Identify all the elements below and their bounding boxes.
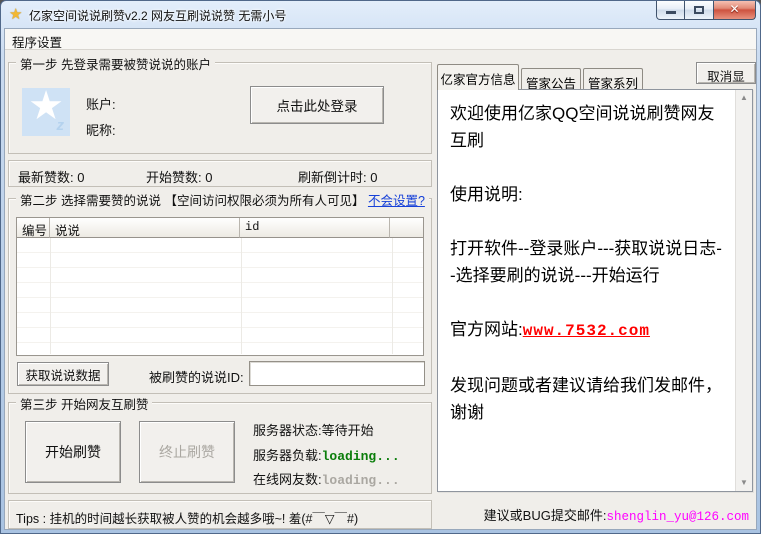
- info-usage-title: 使用说明:: [450, 181, 727, 208]
- tab-official-info[interactable]: 亿家官方信息: [437, 64, 519, 90]
- step2-legend: 第二步 选择需要赞的说说 【空间访问权限必须为所有人可见】 不会设置?: [16, 190, 429, 209]
- step2-legend-text: 第二步 选择需要赞的说说 【空间访问权限必须为所有人可见】: [20, 194, 364, 208]
- table-row: [17, 298, 423, 313]
- table-row: [17, 313, 423, 328]
- minimize-button[interactable]: [656, 1, 685, 20]
- posts-table[interactable]: 编号 说说 id: [16, 217, 424, 356]
- maximize-button[interactable]: [685, 1, 713, 20]
- server-status: 服务器状态:等待开始: [253, 420, 374, 439]
- server-load: 服务器负载:loading...: [253, 445, 400, 464]
- column-divider: [241, 238, 242, 354]
- avatar-z-mark: z: [57, 117, 65, 134]
- refresh-countdown: 刷新倒计时: 0: [298, 167, 377, 186]
- start-like-button[interactable]: 开始刷赞: [25, 421, 121, 483]
- email-label: 建议或BUG提交邮件:: [484, 508, 607, 523]
- online-users-value: loading...: [322, 473, 400, 488]
- nickname-label: 昵称:: [86, 120, 116, 139]
- window-title: 亿家空间说说刷赞v2.2 网友互刷说说赞 无需小号: [29, 7, 286, 24]
- minimize-icon: [666, 11, 676, 14]
- refresh-countdown-value: 0: [370, 170, 377, 185]
- app-window: ★ 亿家空间说说刷赞v2.2 网友互刷说说赞 无需小号 ✕ 程序设置 第一步 先…: [0, 0, 761, 534]
- server-status-value: 等待开始: [322, 423, 374, 438]
- latest-likes-label: 最新赞数:: [18, 170, 74, 185]
- step1-legend: 第一步 先登录需要被赞说说的账户: [16, 54, 215, 73]
- info-welcome: 欢迎使用亿家QQ空间说说刷赞网友互刷: [450, 100, 727, 154]
- app-star-icon: ★: [9, 5, 22, 23]
- info-feedback: 发现问题或者建议请给我们发邮件，谢谢: [450, 372, 727, 426]
- stop-like-button[interactable]: 终止刷赞: [139, 421, 235, 483]
- start-likes-label: 开始赞数:: [146, 170, 202, 185]
- column-number[interactable]: 编号: [17, 218, 50, 238]
- close-button[interactable]: ✕: [713, 1, 756, 20]
- info-box: 欢迎使用亿家QQ空间说说刷赞网友互刷 使用说明: 打开软件--登录账户---获取…: [437, 89, 753, 492]
- table-row: [17, 238, 423, 253]
- title-bar[interactable]: ★ 亿家空间说说刷赞v2.2 网友互刷说说赞 无需小号 ✕: [1, 1, 760, 28]
- target-id-input[interactable]: [249, 361, 425, 386]
- info-content: 欢迎使用亿家QQ空间说说刷赞网友互刷 使用说明: 打开软件--登录账户---获取…: [438, 90, 735, 491]
- qzone-avatar: ★ z: [22, 88, 70, 136]
- target-id-label: 被刷赞的说说ID:: [149, 367, 244, 386]
- info-site: 官方网站:www.7532.com: [450, 316, 727, 345]
- scroll-up-icon[interactable]: ▲: [736, 90, 752, 106]
- latest-likes-value: 0: [77, 170, 84, 185]
- step3-legend: 第三步 开始网友互刷赞: [16, 394, 152, 413]
- server-load-value: loading...: [322, 449, 400, 464]
- maximize-icon: [694, 6, 704, 14]
- fetch-posts-button[interactable]: 获取说说数据: [17, 362, 109, 386]
- help-link[interactable]: 不会设置?: [368, 194, 425, 208]
- posts-table-body: [17, 238, 423, 358]
- column-id[interactable]: id: [240, 218, 390, 238]
- online-users-label: 在线网友数:: [253, 472, 322, 487]
- posts-table-header: 编号 说说 id: [17, 218, 423, 238]
- column-divider: [392, 238, 393, 354]
- login-button[interactable]: 点击此处登录: [250, 86, 384, 124]
- info-usage-steps: 打开软件--登录账户---获取说说日志--选择要刷的说说---开始运行: [450, 235, 727, 289]
- menu-program-settings[interactable]: 程序设置: [5, 29, 69, 53]
- column-post[interactable]: 说说: [50, 218, 240, 238]
- start-likes-value: 0: [205, 170, 212, 185]
- table-row: [17, 283, 423, 298]
- menu-bar: 程序设置: [5, 29, 756, 50]
- table-row: [17, 328, 423, 343]
- server-status-label: 服务器状态:: [253, 423, 322, 438]
- server-load-label: 服务器负载:: [253, 448, 322, 463]
- tab-butler-notice[interactable]: 管家公告: [521, 68, 581, 90]
- account-label: 账户:: [86, 94, 116, 113]
- start-likes: 开始赞数: 0: [146, 167, 212, 186]
- step2-groupbox: 第二步 选择需要赞的说说 【空间访问权限必须为所有人可见】 不会设置? 编号 说…: [8, 198, 432, 394]
- client-area: 程序设置 第一步 先登录需要被赞说说的账户 ★ z 账户: 昵称: 点击此处登录…: [4, 28, 757, 530]
- column-divider: [50, 238, 51, 354]
- refresh-countdown-label: 刷新倒计时:: [298, 170, 367, 185]
- step3-groupbox: 第三步 开始网友互刷赞 开始刷赞 终止刷赞 服务器状态:等待开始 服务器负载:l…: [8, 402, 432, 494]
- column-extra[interactable]: [390, 218, 423, 238]
- site-url-link[interactable]: www.7532.com: [523, 322, 650, 340]
- email-line: 建议或BUG提交邮件:shenglin_yu@126.com: [484, 505, 749, 524]
- table-row: [17, 268, 423, 283]
- window-controls: ✕: [656, 1, 756, 20]
- scroll-down-icon[interactable]: ▼: [736, 475, 752, 491]
- table-row: [17, 343, 423, 358]
- site-label: 官方网站:: [450, 320, 523, 339]
- latest-likes: 最新赞数: 0: [18, 167, 84, 186]
- tab-butler-series[interactable]: 管家系列: [583, 68, 643, 90]
- email-address[interactable]: shenglin_yu@126.com: [606, 510, 749, 524]
- online-users: 在线网友数:loading...: [253, 469, 400, 488]
- tips-text: Tips : 挂机的时间越长获取被人赞的机会越多哦~! 羞(#￣▽￣#): [16, 508, 358, 527]
- close-icon: ✕: [714, 2, 755, 16]
- vertical-scrollbar[interactable]: ▲ ▼: [735, 90, 752, 491]
- table-row: [17, 253, 423, 268]
- cancel-display-button[interactable]: 取消显示: [696, 62, 756, 84]
- tips-bar: Tips : 挂机的时间越长获取被人赞的机会越多哦~! 羞(#￣▽￣#): [8, 500, 432, 529]
- stats-bar: 最新赞数: 0 开始赞数: 0 刷新倒计时: 0: [8, 160, 432, 187]
